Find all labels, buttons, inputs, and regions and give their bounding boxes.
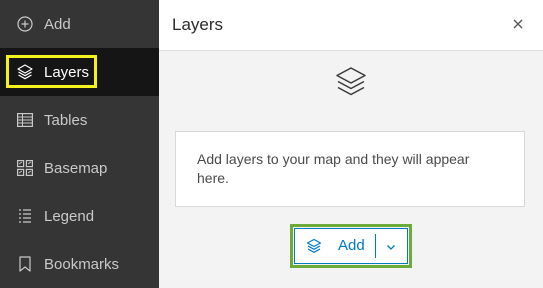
empty-state-message: Add layers to your map and they will app… (197, 151, 470, 186)
close-icon[interactable] (511, 17, 525, 31)
chevron-down-icon (385, 240, 397, 252)
sidebar-item-label: Layers (44, 63, 90, 81)
panel-title: Layers (172, 15, 224, 34)
add-button-group: Add (294, 228, 408, 264)
add-button-label: Add (338, 237, 365, 254)
layers-panel: Layers Add layers to your map and they w… (159, 0, 543, 288)
layers-icon (334, 66, 368, 98)
add-dropdown-button[interactable] (375, 229, 407, 263)
sidebar-item-bookmarks[interactable]: Bookmarks (0, 240, 159, 288)
sidebar: Add Layers Tables Basemap Legend Bookmar… (0, 0, 159, 288)
bookmark-icon (16, 255, 34, 273)
add-layer-button[interactable]: Add (295, 229, 375, 263)
sidebar-item-add[interactable]: Add (0, 0, 159, 48)
sidebar-item-tables[interactable]: Tables (0, 96, 159, 144)
empty-state-card: Add layers to your map and they will app… (175, 131, 525, 207)
plus-circle-icon (16, 15, 34, 33)
basemap-icon (16, 159, 34, 177)
legend-icon (16, 207, 34, 225)
sidebar-item-label: Legend (44, 207, 95, 225)
layers-add-icon (306, 238, 322, 254)
panel-header: Layers (159, 0, 543, 51)
sidebar-item-label: Tables (44, 111, 88, 129)
sidebar-item-label: Add (44, 15, 71, 33)
sidebar-item-label: Bookmarks (44, 255, 120, 273)
layers-icon (16, 63, 34, 81)
sidebar-item-basemap[interactable]: Basemap (0, 144, 159, 192)
sidebar-item-layers[interactable]: Layers (0, 48, 159, 96)
sidebar-item-label: Basemap (44, 159, 108, 177)
table-icon (16, 111, 34, 129)
app-frame: Add Layers Tables Basemap Legend Bookmar… (0, 0, 543, 288)
sidebar-item-legend[interactable]: Legend (0, 192, 159, 240)
